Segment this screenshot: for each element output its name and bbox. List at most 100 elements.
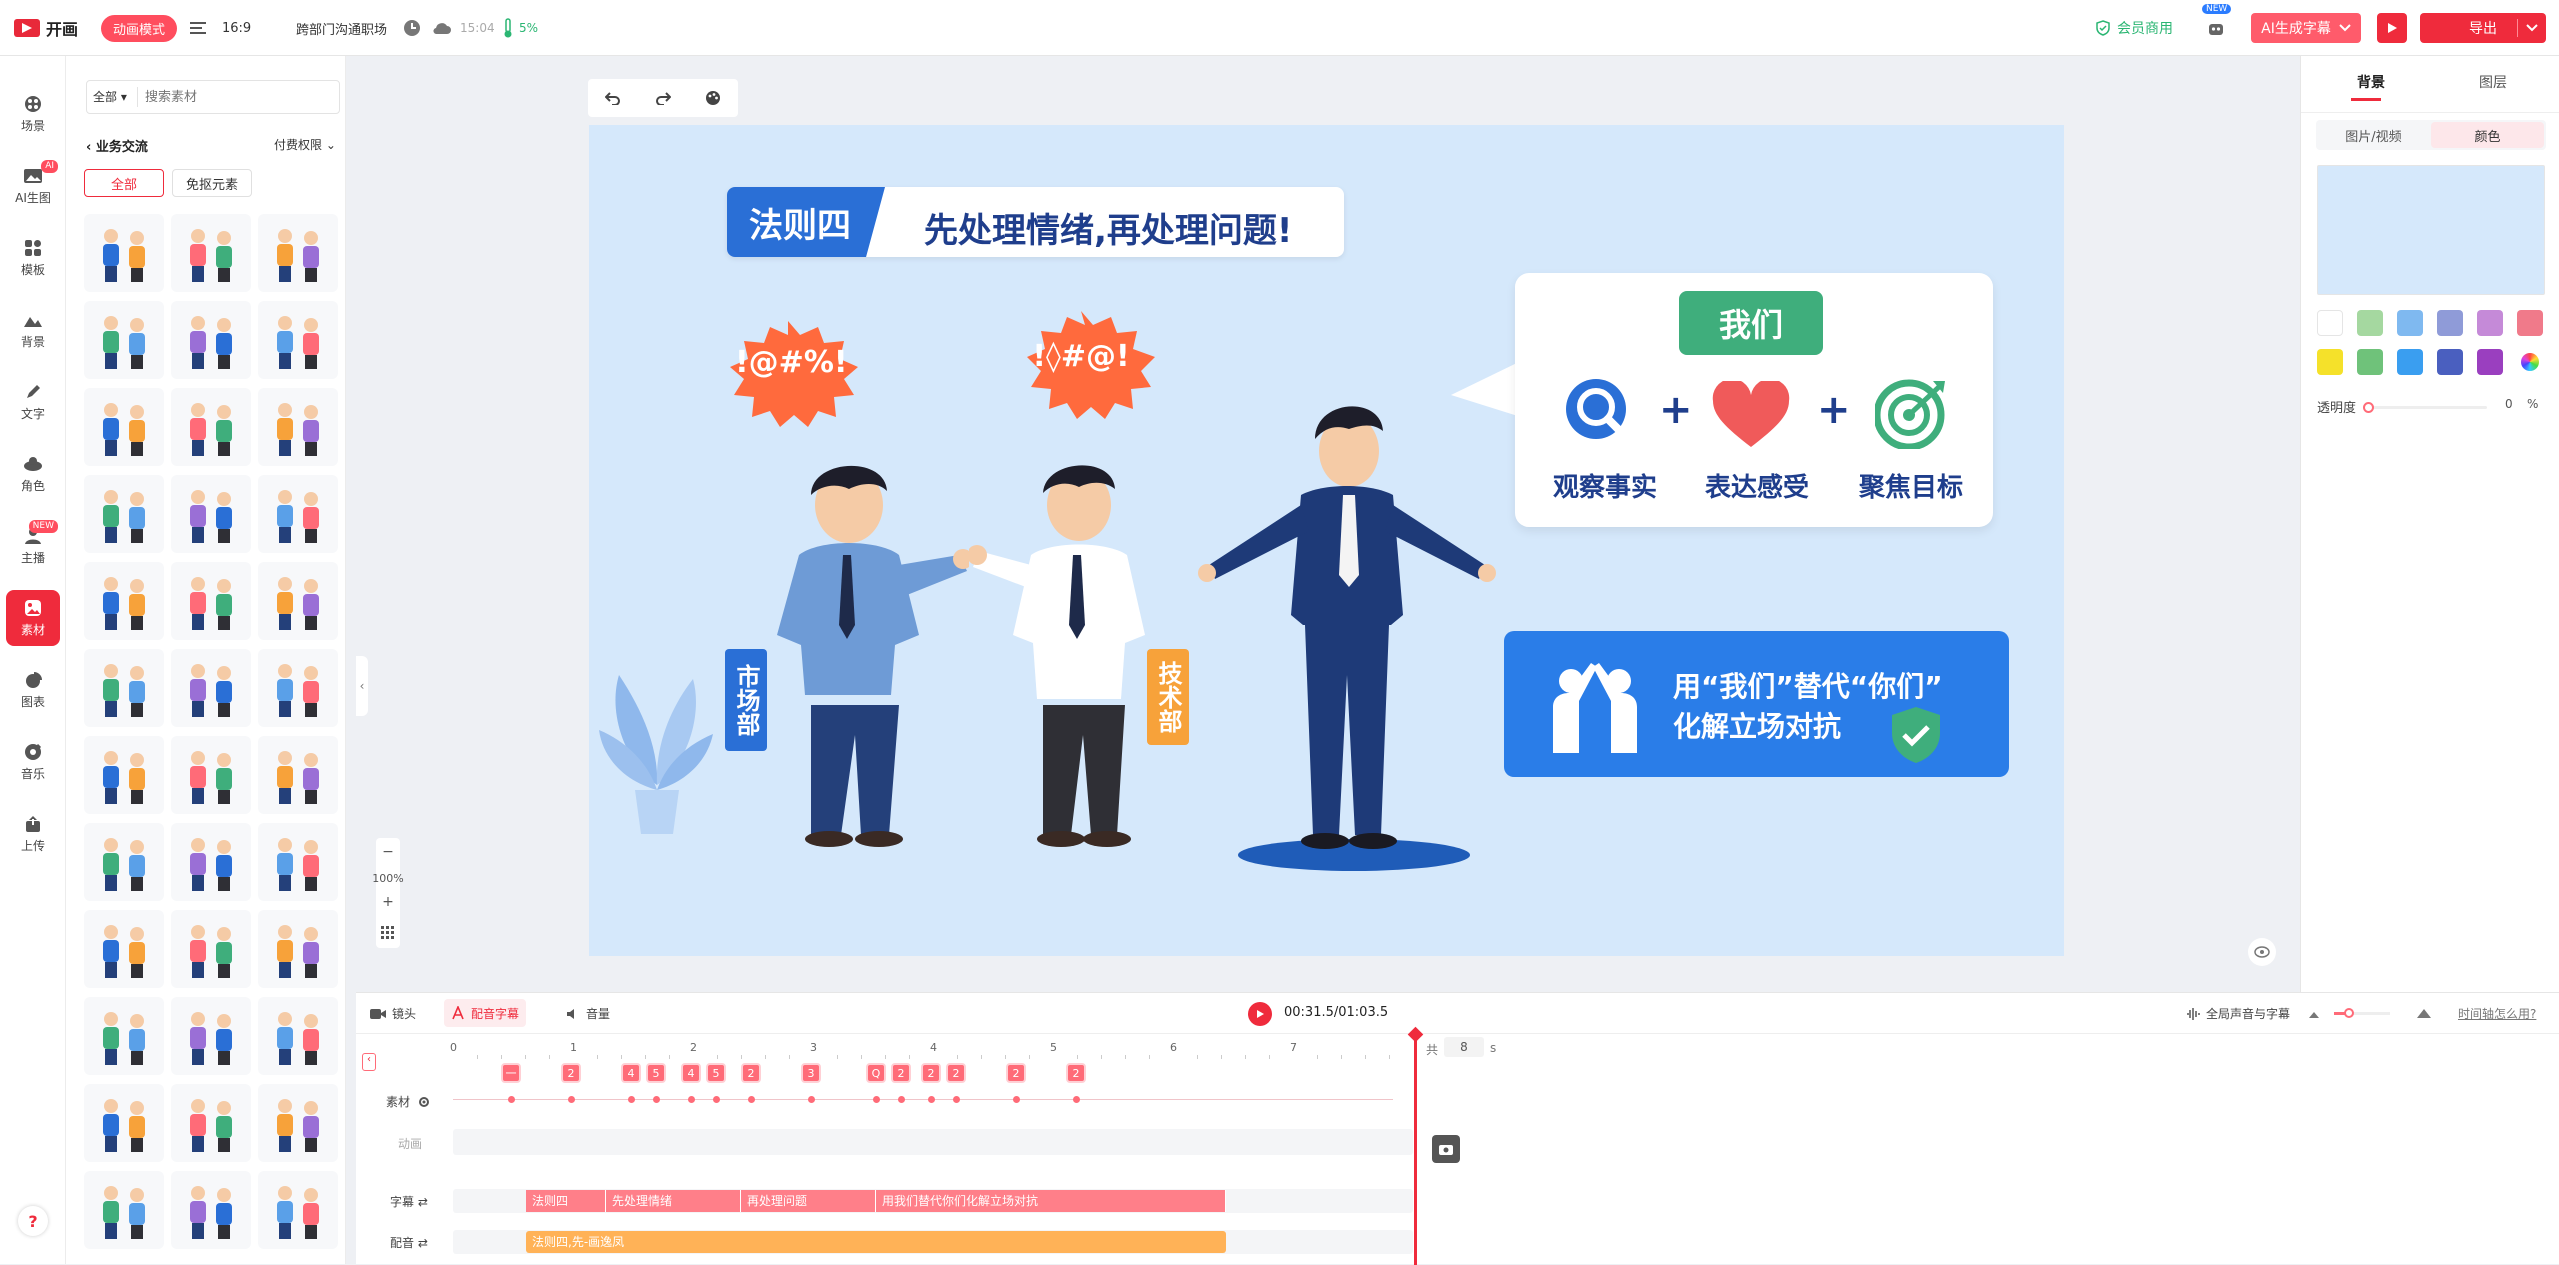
- label-market-dept[interactable]: 市场部: [725, 649, 767, 751]
- rail-item-upload[interactable]: 上传: [6, 806, 60, 862]
- asset-thumbnail[interactable]: [84, 823, 164, 901]
- color-swatch[interactable]: [2357, 349, 2383, 375]
- zoom-out-button[interactable]: −: [380, 844, 396, 860]
- opacity-value[interactable]: 0: [2505, 397, 2513, 411]
- tab-layer[interactable]: 图层: [2479, 72, 2507, 92]
- rail-item-music[interactable]: 音乐: [6, 734, 60, 790]
- opacity-slider[interactable]: [2363, 402, 2487, 413]
- rail-item-ai-image[interactable]: AI生图 AI: [6, 158, 60, 214]
- keyframe-dot[interactable]: [628, 1096, 635, 1103]
- search-input[interactable]: [145, 85, 325, 109]
- keyframe-marker[interactable]: 2: [1006, 1063, 1026, 1083]
- keyframe-dot[interactable]: [808, 1096, 815, 1103]
- global-voice-subtitle[interactable]: 全局声音与字幕: [2186, 1005, 2290, 1022]
- tab-background[interactable]: 背景: [2357, 72, 2385, 92]
- rail-item-background[interactable]: 背景: [6, 302, 60, 358]
- playhead[interactable]: [1414, 1033, 1417, 1265]
- keyframe-dot[interactable]: [568, 1096, 575, 1103]
- asset-thumbnail[interactable]: [258, 910, 338, 988]
- history-button[interactable]: [403, 0, 421, 56]
- keyframe-dot[interactable]: [898, 1096, 905, 1103]
- rail-item-assets[interactable]: 素材: [6, 590, 60, 646]
- keyframe-marker[interactable]: 4: [621, 1063, 641, 1083]
- color-swatch[interactable]: [2357, 310, 2383, 336]
- rail-item-chart[interactable]: 图表: [6, 662, 60, 718]
- keyframe-dot[interactable]: [508, 1096, 515, 1103]
- collapse-tracks-button[interactable]: ‹: [362, 1053, 376, 1071]
- custom-color-wheel-icon[interactable]: [2521, 353, 2539, 371]
- asset-thumbnail[interactable]: [258, 475, 338, 553]
- asset-thumbnail[interactable]: [84, 649, 164, 727]
- color-swatch[interactable]: [2437, 349, 2463, 375]
- asset-thumbnail[interactable]: [84, 562, 164, 640]
- category-back[interactable]: ‹ 业务交流: [86, 136, 148, 155]
- sub-tab-media[interactable]: 图片/视频: [2316, 120, 2431, 150]
- subtitle-segment[interactable]: 先处理情绪: [606, 1190, 741, 1212]
- slide-canvas[interactable]: 法则四 先处理情绪,再处理问题! !@#%! !◊#@! 市场部 技术部 我们 …: [589, 125, 2064, 956]
- permission-filter[interactable]: 付费权限 ⌄: [274, 136, 336, 153]
- asset-thumbnail[interactable]: [258, 388, 338, 466]
- asset-thumbnail[interactable]: [258, 562, 338, 640]
- keyframe-marker[interactable]: 3: [801, 1063, 821, 1083]
- filter-select[interactable]: 全部 ▾: [93, 88, 127, 105]
- collapse-panel-handle[interactable]: ‹: [356, 656, 368, 716]
- asset-thumbnail[interactable]: [258, 1171, 338, 1249]
- asset-thumbnail[interactable]: [84, 736, 164, 814]
- tab-volume[interactable]: 音量: [566, 1005, 610, 1022]
- keyframe-marker[interactable]: 2: [946, 1063, 966, 1083]
- subtitle-segment[interactable]: 法则四: [526, 1190, 606, 1212]
- asset-thumbnail[interactable]: [171, 388, 251, 466]
- asset-thumbnail[interactable]: [258, 736, 338, 814]
- timeline-zoom-slider[interactable]: [2334, 1008, 2390, 1018]
- asset-thumbnail[interactable]: [258, 301, 338, 379]
- keyframe-marker[interactable]: 2: [891, 1063, 911, 1083]
- asset-thumbnail[interactable]: [171, 475, 251, 553]
- tab-camera[interactable]: 镜头: [370, 1005, 416, 1022]
- palette-icon[interactable]: [705, 90, 721, 106]
- keyframe-dot[interactable]: [1073, 1096, 1080, 1103]
- color-swatch[interactable]: [2517, 310, 2543, 336]
- asset-thumbnail[interactable]: [84, 997, 164, 1075]
- sub-tab-color[interactable]: 颜色: [2431, 122, 2544, 148]
- asset-thumbnail[interactable]: [84, 214, 164, 292]
- chip-all[interactable]: 全部: [84, 169, 164, 197]
- rail-item-text[interactable]: 文字: [6, 374, 60, 430]
- asset-thumbnail[interactable]: [258, 997, 338, 1075]
- zoom-in-button[interactable]: +: [380, 894, 396, 910]
- rail-item-character[interactable]: 角色: [6, 446, 60, 502]
- keyframe-dot[interactable]: [928, 1096, 935, 1103]
- asset-thumbnail[interactable]: [171, 214, 251, 292]
- redo-icon[interactable]: [655, 91, 671, 105]
- keyframe-marker[interactable]: 2: [741, 1063, 761, 1083]
- asset-thumbnail[interactable]: [171, 736, 251, 814]
- potted-plant[interactable]: [599, 655, 714, 840]
- mediator-character[interactable]: [1189, 395, 1519, 875]
- camera-view-button[interactable]: [2248, 938, 2276, 966]
- ai-subtitle-button[interactable]: AI生成字幕: [2251, 13, 2361, 43]
- app-logo[interactable]: 开画: [14, 0, 78, 56]
- opacity-handle[interactable]: [2363, 402, 2374, 413]
- tab-dub-subtitle[interactable]: 配音字幕: [444, 999, 526, 1027]
- voice-clip[interactable]: 法则四,先-画逸凤: [526, 1231, 1226, 1253]
- asset-thumbnail[interactable]: [84, 301, 164, 379]
- asset-thumbnail[interactable]: [171, 649, 251, 727]
- ratio-selector[interactable]: 16:9: [190, 0, 251, 56]
- asset-thumbnail[interactable]: [84, 910, 164, 988]
- asset-thumbnail[interactable]: [171, 997, 251, 1075]
- playhead-handle[interactable]: [1407, 1026, 1424, 1043]
- chip-free-elements[interactable]: 免抠元素: [172, 169, 252, 197]
- color-swatch[interactable]: [2477, 349, 2503, 375]
- help-button[interactable]: ?: [18, 1206, 48, 1236]
- color-swatch[interactable]: [2477, 310, 2503, 336]
- asset-thumbnail[interactable]: [84, 1171, 164, 1249]
- asset-thumbnail[interactable]: [171, 301, 251, 379]
- label-tech-dept[interactable]: 技术部: [1147, 649, 1189, 745]
- asset-thumbnail[interactable]: [258, 649, 338, 727]
- keyframe-marker[interactable]: Q: [866, 1063, 886, 1083]
- keyframe-dot[interactable]: [653, 1096, 660, 1103]
- market-dept-character[interactable]: [739, 455, 969, 850]
- asset-thumbnail[interactable]: [171, 562, 251, 640]
- rail-item-host[interactable]: 主播 NEW: [6, 518, 60, 574]
- document-title[interactable]: 跨部门沟通职场: [296, 19, 387, 38]
- chevron-down-icon[interactable]: [2526, 24, 2538, 32]
